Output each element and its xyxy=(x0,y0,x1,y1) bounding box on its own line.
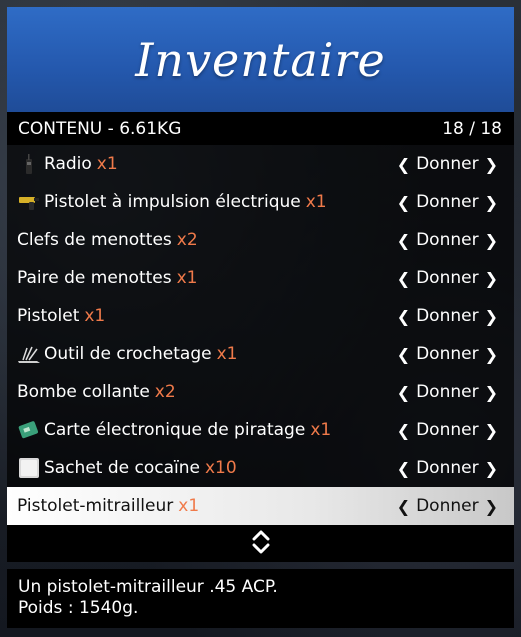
item-name: Pistolet xyxy=(17,306,80,326)
give-action[interactable]: ❮ Donner ❯ xyxy=(397,420,498,440)
chevron-left-icon[interactable]: ❮ xyxy=(397,231,410,250)
item-name: Carte électronique de piratage xyxy=(44,420,306,440)
list-item[interactable]: Outil de crochetage x1 ❮ Donner ❯ xyxy=(7,335,514,373)
give-label: Donner xyxy=(416,306,479,326)
item-name: Outil de crochetage xyxy=(44,344,212,364)
chevron-right-icon[interactable]: ❯ xyxy=(485,497,498,516)
inventory-weight-label: CONTENU - 6.61KG xyxy=(18,118,182,139)
item-quantity: x1 xyxy=(305,192,327,212)
item-name: Paire de menottes xyxy=(17,268,172,288)
list-item[interactable]: Clefs de menottes x2 ❮ Donner ❯ xyxy=(7,221,514,259)
give-action[interactable]: ❮ Donner ❯ xyxy=(397,192,498,212)
give-label: Donner xyxy=(416,230,479,250)
list-item[interactable]: Carte électronique de piratage x1 ❮ Donn… xyxy=(7,411,514,449)
chevron-right-icon[interactable]: ❯ xyxy=(485,307,498,326)
give-action[interactable]: ❮ Donner ❯ xyxy=(397,344,498,364)
chevron-left-icon[interactable]: ❮ xyxy=(397,421,410,440)
give-action[interactable]: ❮ Donner ❯ xyxy=(397,306,498,326)
give-action[interactable]: ❮ Donner ❯ xyxy=(397,496,498,516)
chevron-left-icon[interactable]: ❮ xyxy=(397,383,410,402)
item-name: Clefs de menottes xyxy=(17,230,172,250)
give-label: Donner xyxy=(416,382,479,402)
item-quantity: x1 xyxy=(178,496,200,516)
item-quantity: x2 xyxy=(154,382,176,402)
item-name: Pistolet à impulsion électrique xyxy=(44,192,301,212)
give-label: Donner xyxy=(416,344,479,364)
item-weight: Poids : 1540g. xyxy=(18,598,139,618)
menu-title: Inventaire xyxy=(135,32,386,87)
list-item[interactable]: Radio x1 ❮ Donner ❯ xyxy=(7,145,514,183)
give-action[interactable]: ❮ Donner ❯ xyxy=(397,458,498,478)
item-quantity: x1 xyxy=(216,344,238,364)
chevron-right-icon[interactable]: ❯ xyxy=(485,269,498,288)
give-label: Donner xyxy=(416,154,479,174)
give-action[interactable]: ❮ Donner ❯ xyxy=(397,230,498,250)
give-label: Donner xyxy=(416,192,479,212)
chevron-left-icon[interactable]: ❮ xyxy=(397,345,410,364)
give-action[interactable]: ❮ Donner ❯ xyxy=(397,268,498,288)
item-name: Pistolet-mitrailleur xyxy=(17,496,174,516)
list-item[interactable]: Bombe collante x2 ❮ Donner ❯ xyxy=(7,373,514,411)
item-quantity: x1 xyxy=(176,268,198,288)
lockpick-icon xyxy=(17,342,41,366)
chevron-right-icon[interactable]: ❯ xyxy=(485,383,498,402)
hacking-card-icon xyxy=(17,418,41,442)
up-down-arrows-icon xyxy=(250,528,272,560)
chevron-left-icon[interactable]: ❮ xyxy=(397,269,410,288)
give-action[interactable]: ❮ Donner ❯ xyxy=(397,154,498,174)
give-label: Donner xyxy=(416,458,479,478)
chevron-left-icon[interactable]: ❮ xyxy=(397,155,410,174)
item-description-panel: Un pistolet-mitrailleur .45 ACP. Poids :… xyxy=(7,569,514,628)
item-name: Bombe collante xyxy=(17,382,150,402)
chevron-left-icon[interactable]: ❮ xyxy=(397,459,410,478)
chevron-right-icon[interactable]: ❯ xyxy=(485,459,498,478)
chevron-right-icon[interactable]: ❯ xyxy=(485,421,498,440)
radio-icon xyxy=(17,152,41,176)
item-name: Sachet de cocaïne xyxy=(44,458,200,478)
chevron-right-icon[interactable]: ❯ xyxy=(485,231,498,250)
taser-icon xyxy=(17,190,41,214)
item-quantity: x1 xyxy=(96,154,118,174)
item-name: Radio xyxy=(44,154,92,174)
inventory-menu: Inventaire CONTENU - 6.61KG 18 / 18 Radi… xyxy=(7,7,514,628)
item-list: Radio x1 ❮ Donner ❯ Pistolet à impulsion… xyxy=(7,145,514,525)
list-item[interactable]: Pistolet à impulsion électrique x1 ❮ Don… xyxy=(7,183,514,221)
chevron-left-icon[interactable]: ❮ xyxy=(397,497,410,516)
item-quantity: x2 xyxy=(176,230,198,250)
item-description: Un pistolet-mitrailleur .45 ACP. xyxy=(18,577,278,597)
list-item[interactable]: Sachet de cocaïne x10 ❮ Donner ❯ xyxy=(7,449,514,487)
chevron-left-icon[interactable]: ❮ xyxy=(397,307,410,326)
item-quantity: x10 xyxy=(204,458,237,478)
give-label: Donner xyxy=(416,420,479,440)
chevron-right-icon[interactable]: ❯ xyxy=(485,345,498,364)
item-quantity: x1 xyxy=(310,420,332,440)
list-item-selected[interactable]: Pistolet-mitrailleur x1 ❮ Donner ❯ xyxy=(7,487,514,525)
give-label: Donner xyxy=(416,496,479,516)
menu-subheader: CONTENU - 6.61KG 18 / 18 xyxy=(7,112,514,145)
item-quantity: x1 xyxy=(84,306,106,326)
give-label: Donner xyxy=(416,268,479,288)
chevron-left-icon[interactable]: ❮ xyxy=(397,193,410,212)
item-counter: 18 / 18 xyxy=(442,118,502,139)
list-item[interactable]: Paire de menottes x1 ❮ Donner ❯ xyxy=(7,259,514,297)
menu-banner: Inventaire xyxy=(7,7,514,112)
list-item[interactable]: Pistolet x1 ❮ Donner ❯ xyxy=(7,297,514,335)
chevron-right-icon[interactable]: ❯ xyxy=(485,155,498,174)
give-action[interactable]: ❮ Donner ❯ xyxy=(397,382,498,402)
bag-icon xyxy=(17,456,41,480)
scroll-indicator[interactable] xyxy=(7,525,514,562)
chevron-right-icon[interactable]: ❯ xyxy=(485,193,498,212)
